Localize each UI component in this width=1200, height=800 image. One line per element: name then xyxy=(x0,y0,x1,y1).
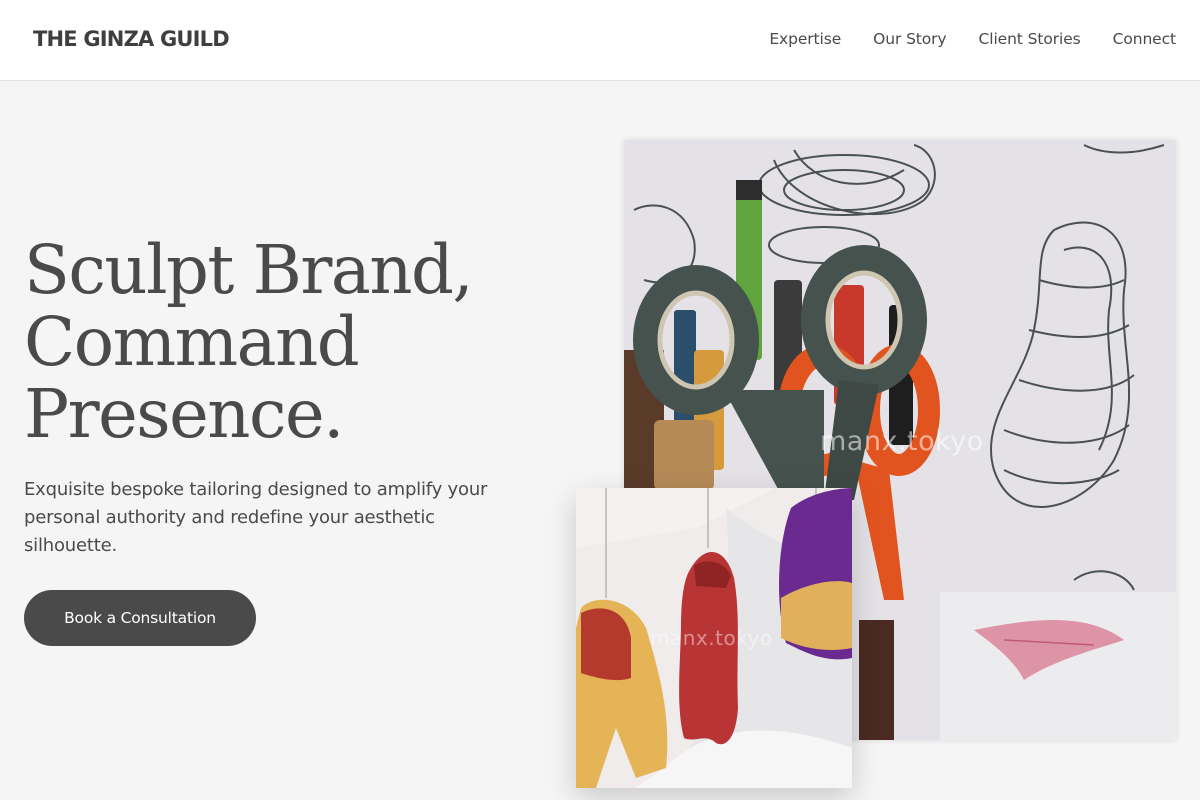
hero-photo-garments: manx.tokyo xyxy=(576,488,852,788)
headline-line-3: Presence. xyxy=(24,375,344,453)
main-photo-watermark: manx.tokyo xyxy=(820,426,984,457)
nav-link-our-story[interactable]: Our Story xyxy=(873,30,946,48)
headline-line-1: Sculpt Brand, xyxy=(24,231,474,309)
hero-subtext: Exquisite bespoke tailoring designed to … xyxy=(24,479,488,556)
hero-headline: Sculpt Brand, Command Presence. xyxy=(24,234,584,450)
headline-line-2: Command xyxy=(24,303,360,381)
nav-link-connect[interactable]: Connect xyxy=(1113,30,1176,48)
main-nav: Expertise Our Story Client Stories Conne… xyxy=(769,30,1176,48)
book-consultation-button[interactable]: Book a Consultation xyxy=(24,590,256,646)
nav-link-expertise[interactable]: Expertise xyxy=(769,30,841,48)
site-header: THE GINZA GUILD Expertise Our Story Clie… xyxy=(0,0,1200,81)
nav-link-client-stories[interactable]: Client Stories xyxy=(979,30,1081,48)
brand-logo[interactable]: THE GINZA GUILD xyxy=(33,27,230,51)
small-photo-watermark: manx.tokyo xyxy=(650,626,773,650)
